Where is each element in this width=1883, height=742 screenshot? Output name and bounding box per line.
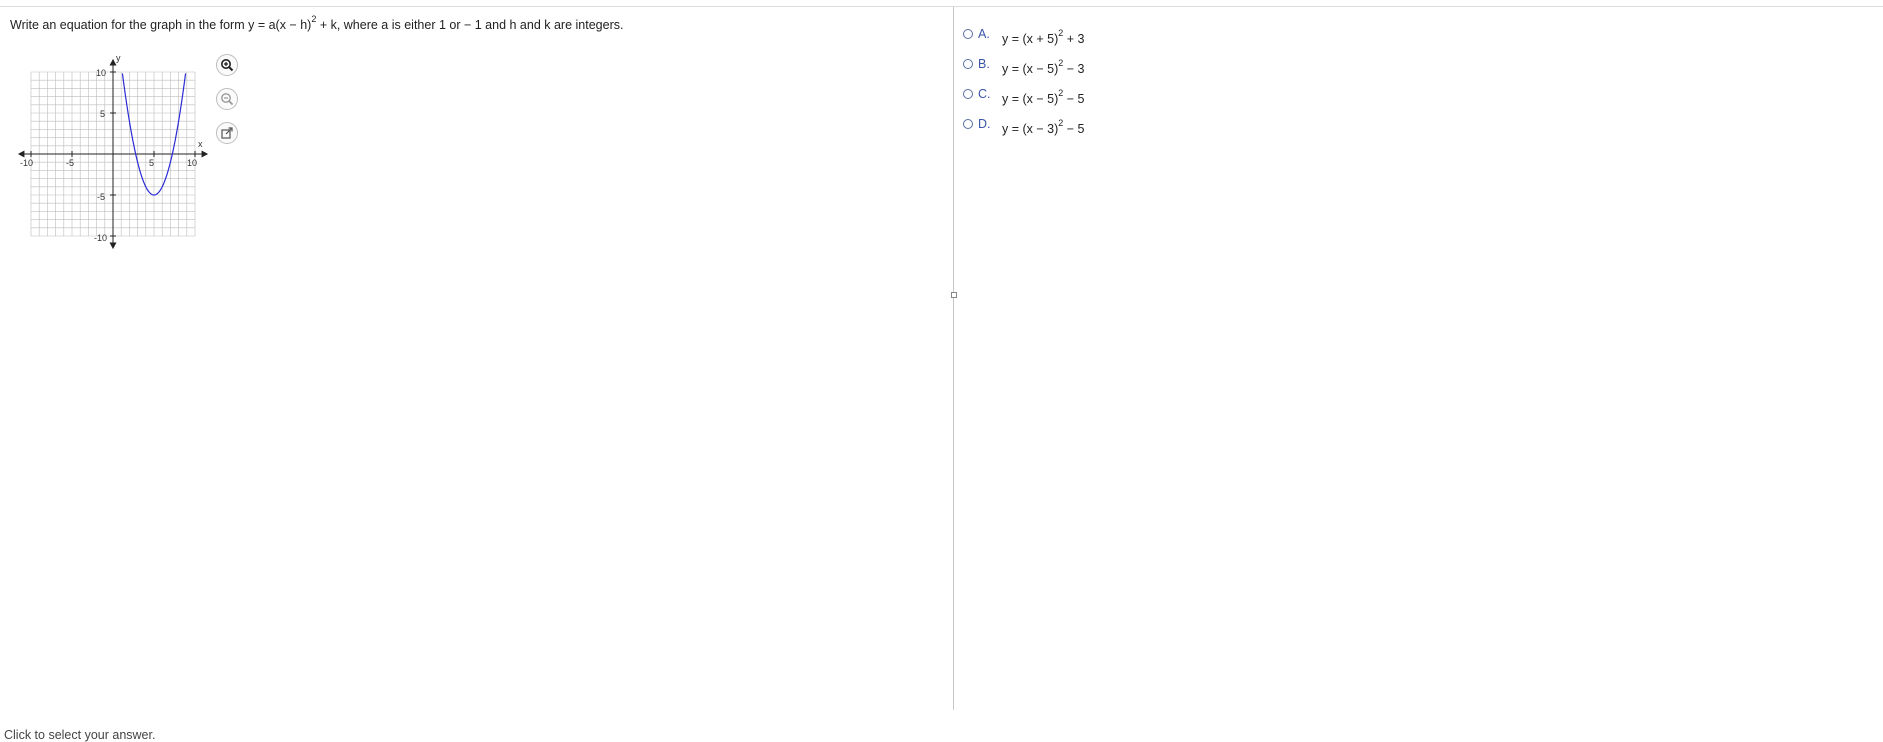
choice-c-radio[interactable] — [963, 89, 973, 99]
x-axis-arrow-left — [17, 150, 25, 158]
question-suffix: + k, where a is either 1 or − 1 and h an… — [316, 18, 624, 33]
choice-b-radio[interactable] — [963, 59, 973, 69]
choice-a-equation: y = (x + 5)2 + 3 — [1002, 28, 1085, 47]
choice-c-letter: C. — [978, 87, 991, 101]
choice-b-letter: B. — [978, 57, 990, 71]
divider-handle[interactable] — [951, 292, 957, 298]
x-axis-arrow-right — [201, 150, 209, 158]
tick-label-y-neg5: -5 — [97, 192, 105, 202]
tick-label-x-10: 10 — [187, 158, 197, 168]
tick-label-x-5: 5 — [149, 158, 154, 168]
choice-d[interactable]: D. y = (x − 3)2 − 5 — [963, 112, 1085, 142]
footer-instruction: Click to select your answer. — [4, 728, 156, 742]
tick-label-x-neg10: -10 — [20, 158, 33, 168]
choice-b[interactable]: B. y = (x − 5)2 − 3 — [963, 52, 1085, 82]
choice-b-equation: y = (x − 5)2 − 3 — [1002, 58, 1085, 77]
choice-d-letter: D. — [978, 117, 991, 131]
y-axis-arrow-down — [109, 242, 117, 250]
zoom-out-button[interactable] — [216, 88, 238, 110]
choice-a-letter: A. — [978, 27, 990, 41]
zoom-in-icon — [221, 59, 234, 72]
parabola-graph: y x -10 -5 5 10 10 5 -5 -10 — [17, 53, 209, 250]
question-text: Write an equation for the graph in the f… — [10, 14, 624, 33]
tick-label-y-5: 5 — [100, 109, 105, 119]
pane-divider[interactable] — [953, 7, 954, 710]
question-exponent: 2 — [311, 14, 317, 24]
choice-d-equation: y = (x − 3)2 − 5 — [1002, 118, 1085, 137]
choice-d-radio[interactable] — [963, 119, 973, 129]
open-external-icon — [221, 127, 233, 139]
tick-label-x-neg5: -5 — [66, 158, 74, 168]
answer-choices: A. y = (x + 5)2 + 3 B. y = (x − 5)2 − 3 … — [963, 22, 1085, 142]
tick-label-y-neg10: -10 — [94, 233, 107, 243]
choice-c[interactable]: C. y = (x − 5)2 − 5 — [963, 82, 1085, 112]
graph-axes — [17, 58, 209, 250]
question-prefix: Write an equation for the graph in the f… — [10, 18, 312, 33]
choice-c-equation: y = (x − 5)2 − 5 — [1002, 88, 1085, 107]
x-axis-label: x — [198, 139, 203, 149]
open-external-button[interactable] — [216, 122, 238, 144]
tick-label-y-10: 10 — [96, 68, 106, 78]
zoom-in-button[interactable] — [216, 54, 238, 76]
choice-a-radio[interactable] — [963, 29, 973, 39]
choice-a[interactable]: A. y = (x + 5)2 + 3 — [963, 22, 1085, 52]
y-axis-label: y — [116, 53, 121, 63]
zoom-out-icon — [221, 93, 234, 106]
